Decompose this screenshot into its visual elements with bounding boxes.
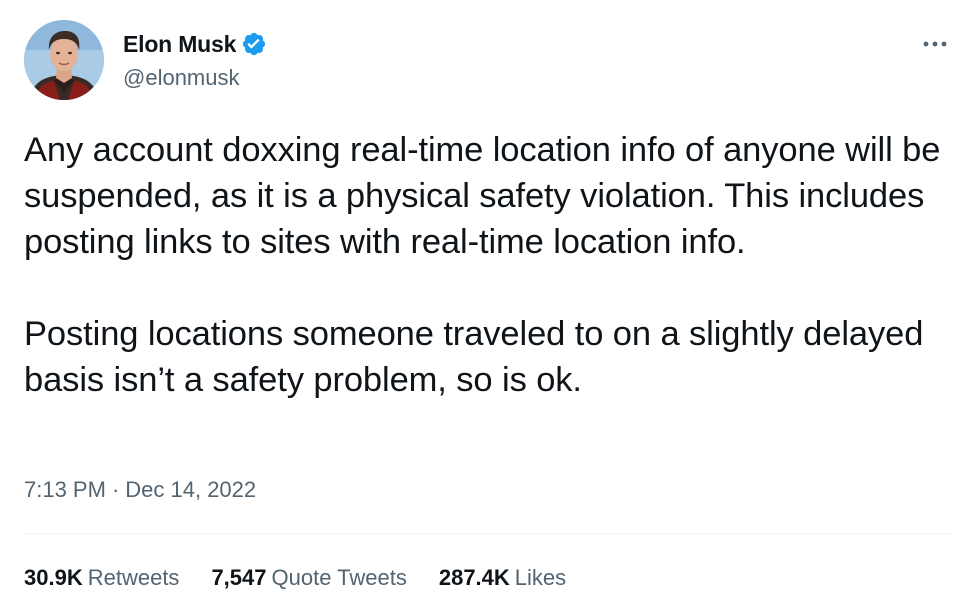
- timestamp-separator: ·: [111, 477, 120, 502]
- retweets-count: 30.9K: [24, 565, 83, 590]
- tweet-date[interactable]: Dec 14, 2022: [125, 477, 256, 503]
- tweet-stats: 30.9K Retweets 7,547 Quote Tweets 287.4K…: [24, 565, 598, 591]
- author-info: Elon Musk @elonmusk: [123, 30, 267, 91]
- tweet-time[interactable]: 7:13 PM: [24, 477, 106, 503]
- more-horizontal-icon: [923, 41, 947, 47]
- author-handle[interactable]: @elonmusk: [123, 65, 267, 91]
- retweets-stat[interactable]: 30.9K Retweets: [24, 565, 179, 591]
- more-options-button[interactable]: [920, 34, 950, 54]
- user-avatar-photo-icon: [24, 20, 104, 100]
- author-display-name[interactable]: Elon Musk: [123, 31, 236, 58]
- likes-count: 287.4K: [438, 565, 510, 590]
- tweet-timestamp[interactable]: 7:13 PM · Dec 14, 2022: [24, 477, 256, 503]
- tweet-header: Elon Musk @elonmusk: [24, 20, 956, 104]
- author-name-row: Elon Musk: [123, 30, 267, 58]
- likes-label: Likes: [514, 565, 567, 590]
- quote-tweets-count: 7,547: [211, 565, 267, 590]
- likes-stat[interactable]: 287.4K Likes: [439, 565, 566, 591]
- tweet-paragraph-2: Posting locations someone traveled to on…: [24, 315, 924, 399]
- tweet-text: Any account doxxing real-time location i…: [24, 127, 954, 403]
- verified-badge-icon: [241, 31, 267, 57]
- stats-divider: [24, 533, 952, 534]
- quote-tweets-label: Quote Tweets: [271, 565, 407, 590]
- retweets-label: Retweets: [87, 565, 180, 590]
- tweet-paragraph-1: Any account doxxing real-time location i…: [24, 131, 941, 261]
- avatar[interactable]: [24, 20, 104, 100]
- tweet-card: Elon Musk @elonmusk Any account doxxing …: [0, 0, 980, 615]
- quote-tweets-stat[interactable]: 7,547 Quote Tweets: [211, 565, 406, 591]
